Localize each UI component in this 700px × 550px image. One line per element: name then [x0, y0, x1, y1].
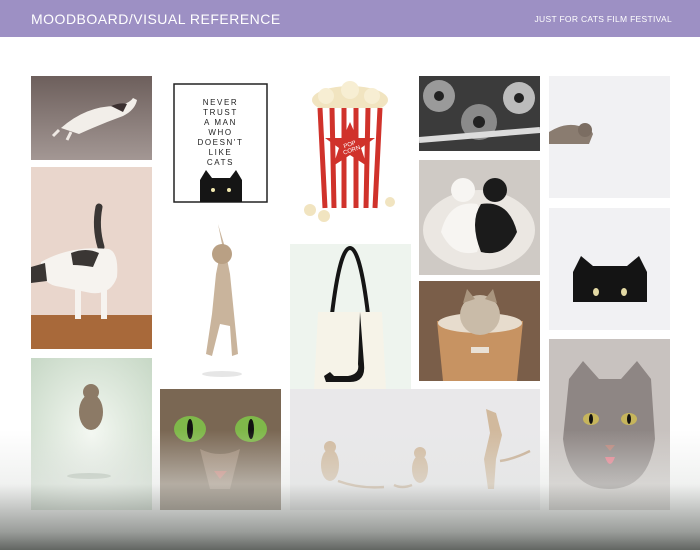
photo-cat-crouching [549, 76, 670, 198]
page-title: MOODBOARD/VISUAL REFERENCE [31, 10, 281, 27]
poster-line: TRUST [203, 108, 238, 117]
photo-jumping-kitten [31, 358, 152, 510]
poster-line: WHO [208, 128, 233, 137]
photo-cat-tote-bag [290, 244, 411, 390]
poster-line: LIKE [208, 148, 233, 157]
poster-never-trust: NEVER TRUST A MAN WHO DOESN'T LIKE CATS [160, 76, 281, 206]
festival-name: JUST FOR CATS FILM FESTIVAL [534, 13, 672, 24]
photo-kitten-in-boot [419, 281, 540, 381]
poster-line: CATS [206, 158, 235, 167]
photo-cat-reaching-up [160, 214, 281, 382]
header-bar: MOODBOARD/VISUAL REFERENCE JUST FOR CATS… [0, 0, 700, 37]
photo-cat-tongue-out [549, 339, 670, 510]
poster-line: A MAN [204, 118, 237, 127]
photo-film-reels [419, 76, 540, 151]
photo-black-cat-peeking [549, 208, 670, 330]
photo-cats-in-row [290, 389, 540, 510]
poster-line: NEVER [202, 98, 239, 107]
poster-line: DOESN'T [197, 138, 244, 147]
photo-leaping-cat [31, 76, 152, 160]
photo-cat-tail-up [31, 167, 152, 349]
photo-yin-yang-cats [419, 160, 540, 275]
poster-text: NEVER TRUST A MAN WHO DOESN'T LIKE CATS [160, 98, 281, 168]
photo-cat-closeup-green-eyes [160, 389, 281, 510]
photo-popcorn-bucket: POP CORN [290, 76, 411, 238]
